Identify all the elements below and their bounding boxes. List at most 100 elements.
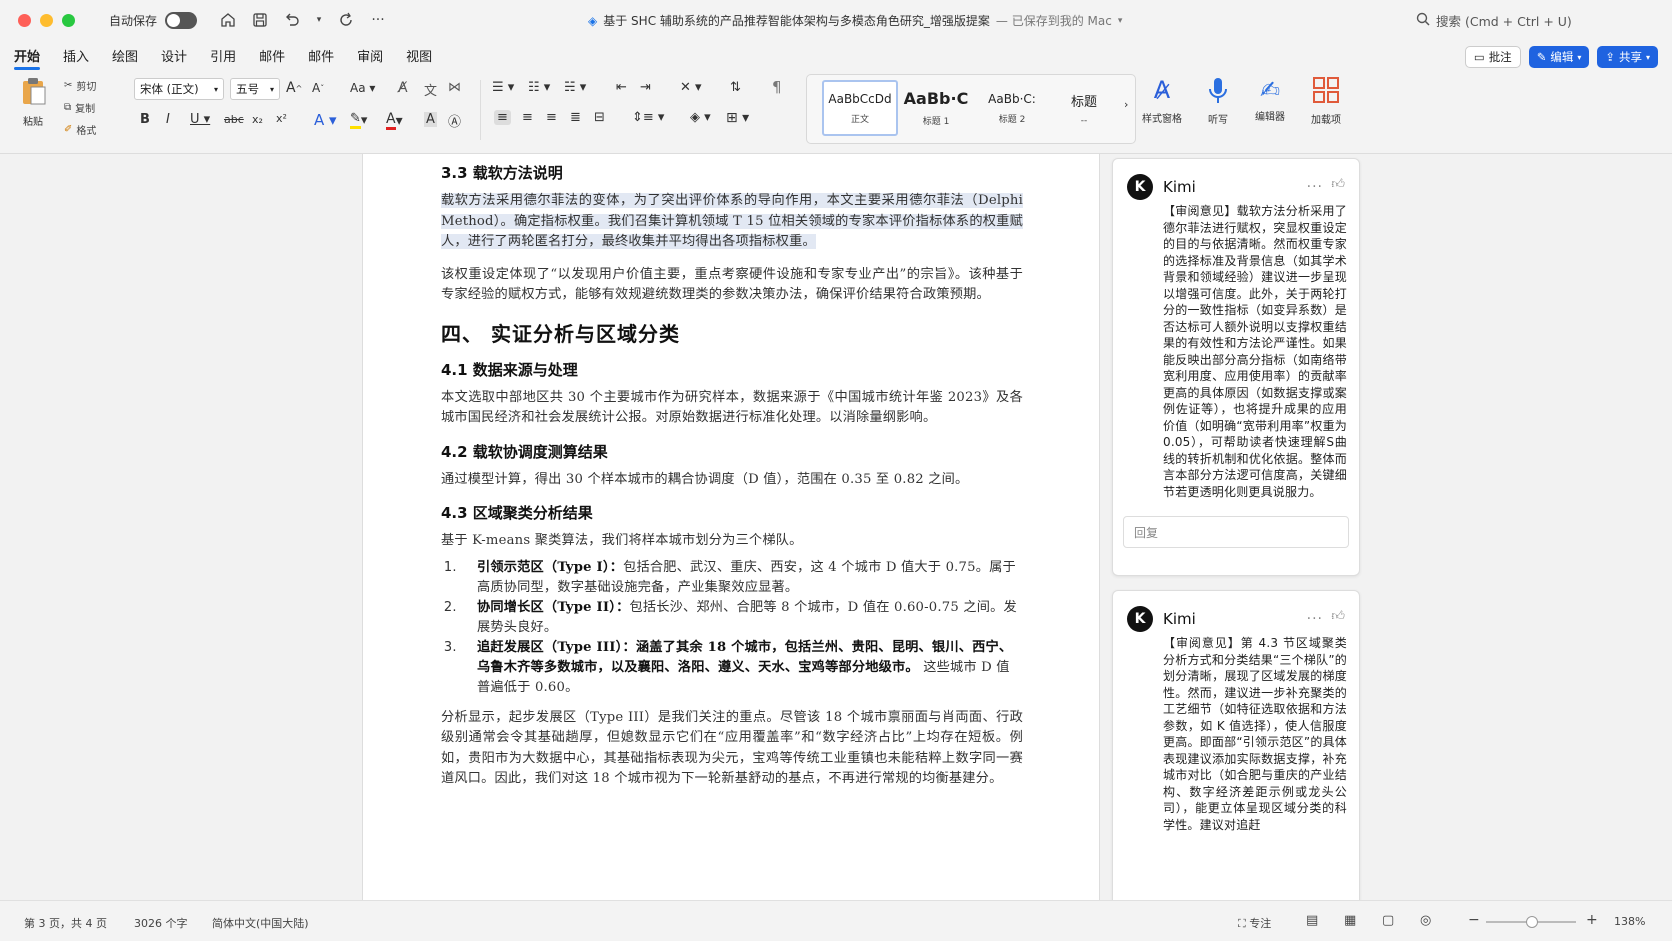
highlight-icon[interactable]: ✎ ▾ xyxy=(350,111,367,129)
web-layout-icon[interactable]: ▢ xyxy=(1382,913,1394,928)
tab-references[interactable]: 引用 xyxy=(210,42,236,69)
italic-icon[interactable]: I xyxy=(166,112,170,127)
share-label: 共享 xyxy=(1618,50,1642,64)
read-mode-icon[interactable]: ▤ xyxy=(1306,913,1318,928)
copy-button[interactable]: ⧉ 复制 xyxy=(64,100,95,115)
page-count[interactable]: 第 3 页，共 4 页 xyxy=(24,915,107,931)
tab-home[interactable]: 开始 xyxy=(14,42,41,70)
chinese-layout-icon[interactable]: ✕ ▾ xyxy=(680,80,702,95)
text-effects-icon[interactable]: A ▾ xyxy=(314,111,337,129)
line-spacing-icon[interactable]: ⇕≡ ▾ xyxy=(632,110,664,125)
cut-button[interactable]: ✂ 剪切 xyxy=(64,78,96,93)
grow-font-icon[interactable]: A ^ xyxy=(286,80,302,96)
clear-format-icon[interactable]: A̸ xyxy=(398,80,408,96)
shading-icon[interactable]: ◈ ▾ xyxy=(690,110,711,125)
style-normal[interactable]: AaBbCcDd 正文 xyxy=(822,80,898,136)
close-window-button[interactable] xyxy=(18,13,31,27)
thumbs-up-icon[interactable]: 👍︎ xyxy=(1331,609,1345,624)
comment-card[interactable]: K Kimi ··· 👍︎ 【审阅意见】载软方法分析采用了德尔菲法进行赋权，突显权… xyxy=(1112,158,1360,576)
zoom-level[interactable]: 138% xyxy=(1614,915,1645,928)
change-case-icon[interactable]: Aa ▾ xyxy=(350,81,375,95)
minimize-window-button[interactable] xyxy=(40,13,53,27)
focus-button[interactable]: ⛶ 专注 xyxy=(1238,915,1271,931)
comments-button[interactable]: ▭ 批注 xyxy=(1464,46,1521,68)
more-options-icon[interactable]: ··· xyxy=(1307,611,1323,627)
borders-icon[interactable]: ⊞ ▾ xyxy=(726,110,749,126)
undo-dropdown-icon[interactable]: ▾ xyxy=(315,11,323,29)
document-title[interactable]: ◈ 基于 SHC 辅助系统的产品推荐智能体架构与多模态角色研究_增强版提案 — … xyxy=(588,12,1122,29)
language-status[interactable]: 简体中文(中国大陆) xyxy=(212,915,309,931)
style-heading-1[interactable]: AaBb·C 标题 1 xyxy=(898,80,974,136)
word-count[interactable]: 3026 个字 xyxy=(134,915,188,931)
tab-mailings[interactable]: 邮件 xyxy=(259,42,285,69)
paste-button[interactable]: 粘贴 xyxy=(6,76,60,128)
zoom-slider[interactable] xyxy=(1486,916,1576,928)
distributed-icon[interactable]: ⊟ xyxy=(594,110,605,125)
share-button[interactable]: ⇪ 共享 ▾ xyxy=(1597,46,1658,68)
editor-pen-icon: ✍ xyxy=(1259,76,1281,104)
font-name-select[interactable]: 宋体 (正文) ▾ xyxy=(134,78,224,100)
more-options-icon[interactable]: ··· xyxy=(1307,179,1323,195)
thumbs-up-icon[interactable]: 👍︎ xyxy=(1331,177,1345,192)
bold-icon[interactable]: B xyxy=(140,112,150,127)
document-body[interactable]: 3.3 载软方法说明 载软方法采用德尔菲法的变体，为了突出评价体系的导向作用，本… xyxy=(441,162,1023,802)
shrink-font-icon[interactable]: Aˇ xyxy=(312,81,324,95)
style-heading-2[interactable]: AaBb·C: 标题 2 xyxy=(974,80,1050,136)
document-page[interactable]: 3.3 载软方法说明 载软方法采用德尔菲法的变体，为了突出评价体系的导向作用，本… xyxy=(362,154,1100,900)
tab-design[interactable]: 设计 xyxy=(161,42,187,69)
comments-label: 批注 xyxy=(1488,50,1512,64)
addins-button[interactable]: 加载项 xyxy=(1298,76,1354,126)
strikethrough-icon[interactable]: abc xyxy=(224,113,244,126)
show-marks-icon[interactable]: ¶ xyxy=(772,78,782,96)
edit-mode-button[interactable]: ✎ 编辑 ▾ xyxy=(1528,46,1590,68)
char-border-icon[interactable]: ⋈ xyxy=(448,80,461,95)
section-4-1-heading: 4.1 数据来源与处理 xyxy=(441,360,578,379)
print-layout-icon[interactable]: ▦ xyxy=(1344,913,1356,928)
superscript-icon[interactable]: x² xyxy=(276,112,287,125)
format-painter-button[interactable]: ✐ 格式 xyxy=(64,122,96,137)
reply-input[interactable]: 回复 xyxy=(1123,516,1349,548)
immersive-reader-icon[interactable]: ◎ xyxy=(1420,913,1431,928)
style-preview: 标题 xyxy=(1070,94,1097,110)
increase-indent-icon[interactable]: ⇥ xyxy=(640,80,651,95)
zoom-window-button[interactable] xyxy=(62,13,75,27)
align-center-icon[interactable]: ≡ xyxy=(522,110,533,125)
tab-draw[interactable]: 绘图 xyxy=(112,42,138,69)
char-shading-icon[interactable]: A xyxy=(424,112,437,127)
sort-icon[interactable]: ⇅ xyxy=(730,80,741,95)
tab-insert[interactable]: 插入 xyxy=(63,42,89,69)
justify-icon[interactable]: ≣ xyxy=(570,110,581,125)
tab-mailings-2[interactable]: 邮件 xyxy=(308,42,334,69)
styles-pane-button[interactable]: A̷ 样式窗格 xyxy=(1134,76,1190,125)
microphone-icon xyxy=(1207,76,1229,109)
zoom-in-icon[interactable]: + xyxy=(1586,912,1598,928)
undo-icon[interactable] xyxy=(283,11,301,29)
dictate-button[interactable]: 听写 xyxy=(1190,76,1246,126)
editor-button[interactable]: ✍ 编辑器 xyxy=(1242,76,1298,123)
numbering-icon[interactable]: ☷ ▾ xyxy=(528,80,550,95)
decrease-indent-icon[interactable]: ⇤ xyxy=(616,80,627,95)
multilevel-list-icon[interactable]: ☵ ▾ xyxy=(564,80,586,95)
comment-card[interactable]: K Kimi ··· 👍︎ 【审阅意见】第 4.3 节区域聚类分析方式和分类结果“… xyxy=(1112,590,1360,900)
tab-review[interactable]: 审阅 xyxy=(357,42,383,69)
align-right-icon[interactable]: ≡ xyxy=(546,110,557,125)
bullets-icon[interactable]: ☰ ▾ xyxy=(492,80,514,95)
zoom-out-icon[interactable]: − xyxy=(1468,912,1480,928)
search-box[interactable]: 搜索 (Cmd + Ctrl + U) xyxy=(1416,11,1572,30)
autosave-toggle[interactable] xyxy=(165,11,198,29)
style-title[interactable]: 标题 -- xyxy=(1046,80,1122,136)
phonetic-icon[interactable]: 文 xyxy=(424,80,437,99)
more-icon[interactable]: ··· xyxy=(369,11,387,29)
font-size-select[interactable]: 五号 ▾ xyxy=(230,78,280,100)
zoom-slider-thumb[interactable] xyxy=(1526,916,1538,928)
align-left-icon[interactable]: ≡ xyxy=(494,110,511,125)
subscript-icon[interactable]: x₂ xyxy=(252,113,263,126)
enclose-char-icon[interactable]: Ⓐ xyxy=(448,111,461,130)
tab-view[interactable]: 视图 xyxy=(406,42,432,69)
styles-more-icon[interactable]: › xyxy=(1124,98,1128,111)
home-icon[interactable] xyxy=(219,11,237,29)
redo-icon[interactable] xyxy=(337,11,355,29)
font-color-icon[interactable]: A ▾ xyxy=(386,111,403,130)
underline-icon[interactable]: U ▾ xyxy=(190,112,210,127)
save-icon[interactable] xyxy=(251,11,269,29)
